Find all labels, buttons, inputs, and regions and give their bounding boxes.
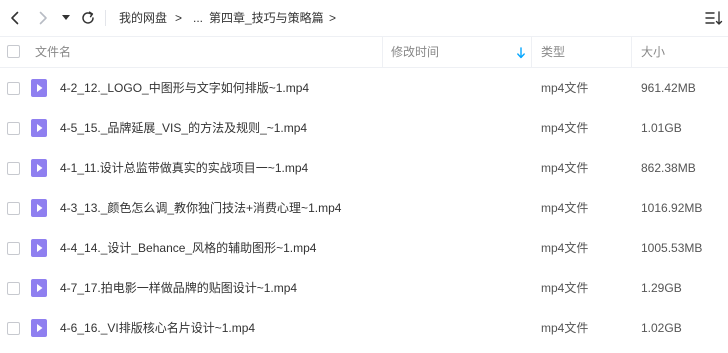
video-file-icon xyxy=(31,159,47,177)
breadcrumb-current: 第四章_技巧与策略篇 xyxy=(209,11,324,25)
row-checkbox[interactable] xyxy=(7,162,20,175)
video-file-icon xyxy=(31,279,47,297)
column-divider xyxy=(531,37,532,67)
column-header-size[interactable]: 大小 xyxy=(641,37,665,67)
file-name[interactable]: 4-6_16._VI排版核心名片设计~1.mp4 xyxy=(60,308,255,348)
breadcrumb-separator: > xyxy=(175,11,183,25)
file-type: mp4文件 xyxy=(541,201,589,215)
file-row[interactable]: 4-4_14._设计_Behance_风格的辅助图形~1.mp4 mp4文件 1… xyxy=(0,228,728,268)
sort-list-icon xyxy=(705,11,723,25)
row-checkbox[interactable] xyxy=(7,122,20,135)
video-file-icon xyxy=(31,79,47,97)
file-type: mp4文件 xyxy=(541,281,589,295)
chevron-right-icon xyxy=(39,11,47,25)
history-dropdown-button[interactable] xyxy=(58,8,74,28)
video-file-icon xyxy=(31,319,47,337)
video-file-icon xyxy=(31,239,47,257)
file-size: 862.38MB xyxy=(641,161,696,175)
file-row[interactable]: 4-6_16._VI排版核心名片设计~1.mp4 mp4文件 1.02GB xyxy=(0,308,728,348)
row-checkbox[interactable] xyxy=(7,322,20,335)
file-row[interactable]: 4-2_12._LOGO_中图形与文字如何排版~1.mp4 mp4文件 961.… xyxy=(0,68,728,108)
forward-button[interactable] xyxy=(34,8,52,28)
file-type: mp4文件 xyxy=(541,241,589,255)
breadcrumb-ellipsis[interactable]: ... xyxy=(193,10,203,26)
file-name[interactable]: 4-2_12._LOGO_中图形与文字如何排版~1.mp4 xyxy=(60,68,309,108)
column-header-type[interactable]: 类型 xyxy=(541,37,565,67)
file-size: 1.02GB xyxy=(641,321,682,335)
sort-list-button[interactable] xyxy=(704,8,724,28)
column-header-modified[interactable]: 修改时间 xyxy=(391,37,439,67)
row-checkbox[interactable] xyxy=(7,82,20,95)
file-row[interactable]: 4-5_15._品牌延展_VIS_的方法及规则_~1.mp4 mp4文件 1.0… xyxy=(0,108,728,148)
file-list-header: 文件名 修改时间 类型 大小 xyxy=(0,36,728,68)
column-divider xyxy=(382,37,383,67)
file-type: mp4文件 xyxy=(541,81,589,95)
file-type: mp4文件 xyxy=(541,321,589,335)
navigation-bar: 我的网盘 > ... 第四章_技巧与策略篇 > xyxy=(0,0,728,36)
file-name[interactable]: 4-3_13._颜色怎么调_教你独门技法+消费心理~1.mp4 xyxy=(60,188,341,228)
row-checkbox[interactable] xyxy=(7,282,20,295)
video-file-icon xyxy=(31,119,47,137)
file-name[interactable]: 4-7_17.拍电影一样做品牌的贴图设计~1.mp4 xyxy=(60,268,297,308)
file-row[interactable]: 4-3_13._颜色怎么调_教你独门技法+消费心理~1.mp4 mp4文件 10… xyxy=(0,188,728,228)
video-file-icon xyxy=(31,199,47,217)
row-checkbox[interactable] xyxy=(7,202,20,215)
file-size: 1.29GB xyxy=(641,281,682,295)
sort-descending-arrow-icon[interactable] xyxy=(516,47,526,59)
toolbar-divider xyxy=(105,10,106,26)
file-type: mp4文件 xyxy=(541,161,589,175)
file-name[interactable]: 4-5_15._品牌延展_VIS_的方法及规则_~1.mp4 xyxy=(60,108,307,148)
column-divider xyxy=(631,37,632,67)
file-row[interactable]: 4-7_17.拍电影一样做品牌的贴图设计~1.mp4 mp4文件 1.29GB xyxy=(0,268,728,308)
select-all-checkbox[interactable] xyxy=(7,45,20,58)
breadcrumb-separator: > xyxy=(329,11,337,25)
back-button[interactable] xyxy=(6,8,24,28)
file-name[interactable]: 4-4_14._设计_Behance_风格的辅助图形~1.mp4 xyxy=(60,228,316,268)
file-size: 1016.92MB xyxy=(641,201,703,215)
chevron-left-icon xyxy=(11,11,19,25)
file-row[interactable]: 4-1_11.设计总监带做真实的实战项目一~1.mp4 mp4文件 862.38… xyxy=(0,148,728,188)
file-name[interactable]: 4-1_11.设计总监带做真实的实战项目一~1.mp4 xyxy=(60,148,308,188)
column-header-name[interactable]: 文件名 xyxy=(35,37,71,67)
caret-down-icon xyxy=(62,15,70,20)
file-size: 1005.53MB xyxy=(641,241,703,255)
row-checkbox[interactable] xyxy=(7,242,20,255)
file-size: 961.42MB xyxy=(641,81,696,95)
breadcrumb-root[interactable]: 我的网盘 xyxy=(119,10,167,26)
refresh-button[interactable] xyxy=(79,8,97,28)
file-size: 1.01GB xyxy=(641,121,682,135)
refresh-icon xyxy=(82,11,94,24)
file-type: mp4文件 xyxy=(541,121,589,135)
